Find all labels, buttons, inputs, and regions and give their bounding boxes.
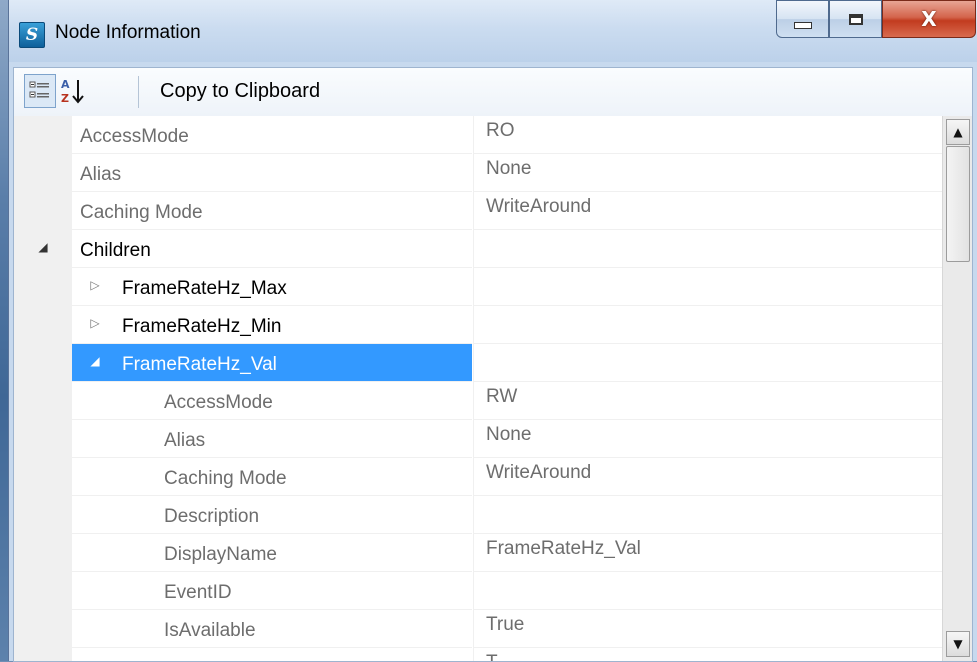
sort-alpha-icon: A Z xyxy=(61,78,84,105)
property-name-cell: ▷ FrameRateHz_Max xyxy=(72,268,472,306)
property-row[interactable]: AccessMode RW xyxy=(14,382,943,420)
copy-to-clipboard-button[interactable]: Copy to Clipboard xyxy=(160,80,320,103)
property-row[interactable]: Alias None xyxy=(14,420,943,458)
property-value-cell xyxy=(473,306,943,344)
scroll-up-button[interactable]: ▲ xyxy=(946,119,970,145)
property-name: Caching Mode xyxy=(164,468,287,489)
property-value-cell xyxy=(473,344,943,382)
property-name: FrameRateHz_Min xyxy=(122,316,282,337)
toolbar: A Z Copy to Clipboard xyxy=(13,67,973,117)
scrollbar-thumb[interactable] xyxy=(946,146,970,262)
property-value-cell[interactable]: RW xyxy=(473,382,943,420)
property-value: WriteAround xyxy=(486,196,592,217)
property-name-cell: ▷ FrameRateHz_Min xyxy=(72,306,472,344)
minimize-icon xyxy=(793,21,812,29)
alphabetical-sort-button[interactable]: A Z xyxy=(57,74,89,108)
property-name: DisplayName xyxy=(164,544,277,565)
property-value-cell[interactable] xyxy=(473,572,943,610)
property-value-cell[interactable] xyxy=(473,496,943,534)
property-name: AccessMode xyxy=(164,392,273,413)
property-name-cell: Children xyxy=(72,230,472,268)
caption-buttons: X xyxy=(776,0,976,38)
property-row-partial[interactable]: T xyxy=(14,648,943,661)
maximize-button[interactable] xyxy=(829,0,882,38)
property-name: Description xyxy=(164,506,260,527)
property-value: RW xyxy=(486,386,518,407)
property-row[interactable]: Alias None xyxy=(14,154,943,192)
toolbar-separator xyxy=(138,76,139,108)
property-name-cell: DisplayName xyxy=(72,534,472,572)
minimize-button[interactable] xyxy=(776,0,829,38)
property-value: RO xyxy=(486,120,515,141)
property-name-cell xyxy=(72,648,472,661)
maximize-icon xyxy=(848,13,863,25)
app-logo-icon: S xyxy=(19,22,45,48)
property-row[interactable]: Description xyxy=(14,496,943,534)
property-value: WriteAround xyxy=(486,462,592,483)
property-name: EventID xyxy=(164,582,232,603)
property-name: FrameRateHz_Max xyxy=(122,278,287,299)
property-name: FrameRateHz_Val xyxy=(122,354,277,375)
property-grid: AccessMode RO Alias None Caching Mode Wr… xyxy=(13,116,973,662)
up-arrow-icon: ▲ xyxy=(953,125,963,139)
property-name-cell: IsAvailable xyxy=(72,610,472,648)
property-value: None xyxy=(486,158,532,179)
property-name-cell: AccessMode xyxy=(72,116,472,154)
close-button[interactable]: X xyxy=(882,0,976,38)
property-row-framerate-val[interactable]: ◢ FrameRateHz_Val xyxy=(14,344,943,382)
scroll-down-button[interactable]: ▼ xyxy=(946,631,970,657)
property-value-cell[interactable]: T xyxy=(473,648,943,661)
property-row[interactable]: Caching Mode WriteAround xyxy=(14,192,943,230)
property-row-framerate-min[interactable]: ▷ FrameRateHz_Min xyxy=(14,306,943,344)
property-name-cell: Caching Mode xyxy=(72,458,472,496)
property-name-cell: EventID xyxy=(72,572,472,610)
collapse-triangle-icon[interactable]: ◢ xyxy=(88,354,102,368)
property-name: AccessMode xyxy=(80,126,189,147)
node-information-window: S Node Information X A Z Copy to Clipboa… xyxy=(8,0,977,662)
property-name: Caching Mode xyxy=(80,202,203,223)
property-row[interactable]: DisplayName FrameRateHz_Val xyxy=(14,534,943,572)
property-value-cell[interactable]: WriteAround xyxy=(473,458,943,496)
property-row[interactable]: IsAvailable True xyxy=(14,610,943,648)
property-row-children[interactable]: ◢ Children xyxy=(14,230,943,268)
property-name: Children xyxy=(80,240,151,261)
categorized-icon xyxy=(29,81,49,98)
property-value-cell[interactable]: None xyxy=(473,420,943,458)
expand-triangle-icon[interactable]: ▷ xyxy=(88,278,102,292)
property-name-cell: Alias xyxy=(72,420,472,458)
down-arrow-icon: ▼ xyxy=(953,637,963,651)
property-value-cell[interactable]: FrameRateHz_Val xyxy=(473,534,943,572)
property-row[interactable]: EventID xyxy=(14,572,943,610)
property-row[interactable]: Caching Mode WriteAround xyxy=(14,458,943,496)
vertical-scrollbar[interactable]: ▲ ▼ xyxy=(942,116,972,661)
property-value-cell[interactable]: WriteAround xyxy=(473,192,943,230)
svg-text:Z: Z xyxy=(61,92,69,105)
window-title: Node Information xyxy=(55,22,201,43)
categorized-view-button[interactable] xyxy=(24,74,56,108)
property-value: True xyxy=(486,614,525,635)
expand-triangle-icon[interactable]: ▷ xyxy=(88,316,102,330)
property-value-cell xyxy=(473,230,943,268)
property-value-cell[interactable]: None xyxy=(473,154,943,192)
property-value: FrameRateHz_Val xyxy=(486,538,641,559)
property-name: Alias xyxy=(80,164,122,185)
property-name-cell: Alias xyxy=(72,154,472,192)
property-value-cell xyxy=(473,268,943,306)
property-value-cell[interactable]: True xyxy=(473,610,943,648)
property-value-cell[interactable]: RO xyxy=(473,116,943,154)
property-name-cell: Description xyxy=(72,496,472,534)
property-row[interactable]: AccessMode RO xyxy=(14,116,943,154)
property-name-cell: Caching Mode xyxy=(72,192,472,230)
svg-text:A: A xyxy=(61,78,70,91)
property-name-cell: ◢ FrameRateHz_Val xyxy=(72,344,472,382)
collapse-triangle-icon[interactable]: ◢ xyxy=(36,240,50,254)
property-name-cell: AccessMode xyxy=(72,382,472,420)
property-name: IsAvailable xyxy=(164,620,256,641)
close-icon: X xyxy=(921,7,937,31)
property-name: Alias xyxy=(164,430,206,451)
property-row-framerate-max[interactable]: ▷ FrameRateHz_Max xyxy=(14,268,943,306)
property-value: None xyxy=(486,424,532,445)
title-bar[interactable]: S Node Information X xyxy=(9,0,977,62)
